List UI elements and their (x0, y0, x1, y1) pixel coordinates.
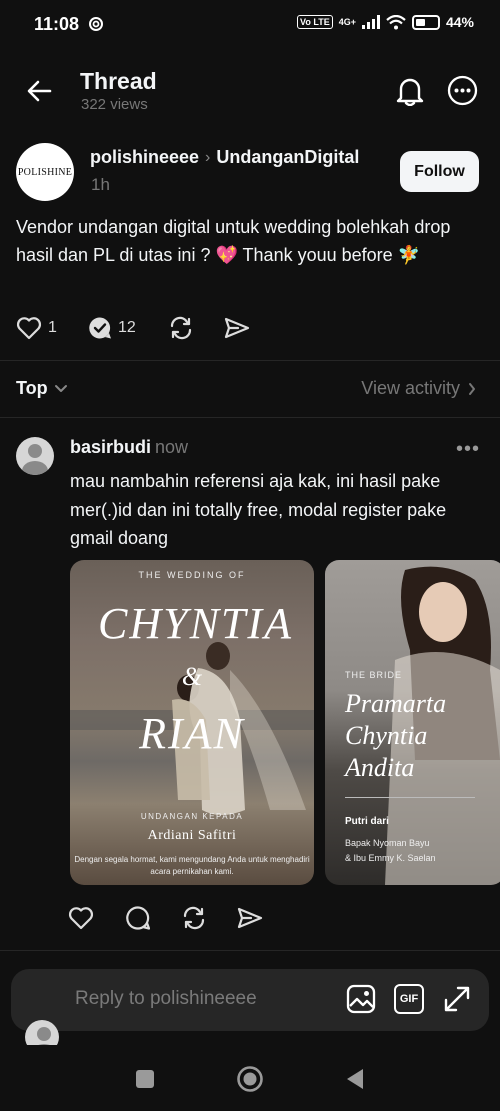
avatar-logo-text: POLISHINE (17, 166, 73, 178)
groom-bride-name-1: CHYNTIA (98, 599, 293, 648)
community-name[interactable]: UndanganDigital (216, 147, 359, 168)
back-icon[interactable] (345, 1068, 365, 1090)
reply-input[interactable]: Reply to polishineeee (75, 988, 257, 1010)
invitation-image-2[interactable]: THE BRIDE Pramarta Chyntia Andita Putri … (325, 560, 500, 885)
threads-notification-icon (88, 16, 104, 32)
status-indicators: Vo LTE 4G+ 44% (297, 14, 474, 30)
follow-button[interactable]: Follow (400, 151, 479, 192)
battery-percent: 44% (445, 14, 474, 30)
ampersand: & (181, 662, 203, 691)
parents-names: Bapak Nyoman Bayu & Ibu Emmy K. Saelan (345, 836, 495, 866)
back-arrow-icon[interactable] (26, 78, 52, 104)
status-time: 11:08 (34, 14, 80, 34)
reply-comment-icon[interactable] (126, 906, 150, 930)
invitation-image-1[interactable]: THE WEDDING OF CHYNTIA & RIAN UNDANGAN K… (70, 560, 314, 885)
sort-dropdown[interactable]: Top (16, 378, 68, 399)
chevron-right-icon: › (205, 148, 211, 166)
reply-text: mau nambahin referensi aja kak, ini hasi… (70, 471, 447, 548)
author-avatar[interactable]: POLISHINE (16, 143, 74, 201)
daughter-of-label: Putri dari (345, 816, 389, 827)
chevron-down-icon (54, 384, 68, 394)
expand-icon[interactable] (443, 985, 471, 1013)
signal-icon (361, 15, 380, 29)
invitation-heading: THE WEDDING OF (138, 570, 246, 580)
bride-name: Pramarta Chyntia Andita (345, 688, 500, 784)
author-name[interactable]: polishineeee (90, 147, 199, 168)
recent-apps-icon[interactable] (136, 1070, 154, 1088)
reply-count: 12 (118, 319, 136, 336)
view-count: 322 views (81, 96, 148, 113)
divider (0, 417, 500, 418)
post-text: Vendor undangan digital untuk wedding bo… (16, 217, 451, 265)
bride-name-line-1: Pramarta (345, 689, 447, 718)
invite-label: UNDANGAN KEPADA (140, 812, 244, 821)
reply-repost-icon[interactable] (181, 905, 207, 931)
invitation-message: Dengan segala hormat, kami mengundang An… (74, 855, 310, 876)
view-activity-link[interactable]: View activity (361, 378, 476, 399)
groom-bride-name-2: RIAN (139, 709, 245, 758)
reply-avatar[interactable] (16, 437, 54, 475)
divider (345, 797, 475, 798)
share-icon[interactable] (224, 316, 250, 340)
sort-label: Top (16, 378, 48, 398)
reply-time: now (155, 437, 189, 457)
network-type: 4G+ (338, 16, 356, 27)
reply-author-name[interactable]: basirbudi (70, 437, 151, 457)
bell-icon[interactable] (396, 76, 424, 106)
like-count: 1 (48, 319, 57, 336)
replied-check-icon (88, 316, 112, 340)
bride-name-line-2: Chyntia (345, 721, 428, 750)
more-options-icon[interactable] (447, 75, 478, 106)
chevron-right-icon (468, 382, 476, 396)
reply-action[interactable]: 12 (88, 316, 136, 340)
bride-name-line-3: Andita (345, 753, 415, 782)
reply-author-line: basirbudi now (70, 437, 188, 458)
reply-share-icon[interactable] (237, 906, 263, 930)
reply-like-icon[interactable] (68, 906, 94, 930)
post-time: 1h (91, 175, 110, 194)
bride-label: THE BRIDE (345, 670, 403, 680)
guest-name: Ardiani Safitri (147, 828, 237, 843)
gif-button[interactable]: GIF (394, 984, 424, 1014)
divider (0, 950, 500, 951)
like-action[interactable]: 1 (16, 316, 57, 340)
battery-icon (411, 14, 440, 30)
divider (0, 360, 500, 361)
page-title: Thread (80, 68, 157, 94)
home-icon[interactable] (236, 1065, 264, 1093)
reply-more-icon[interactable]: ••• (456, 438, 480, 461)
author-line: polishineeee › UndanganDigital (90, 147, 359, 168)
heart-icon (16, 316, 42, 340)
parents-line-2: & Ibu Emmy K. Saelan (345, 853, 436, 863)
wifi-icon (386, 14, 406, 30)
volte-icon: Vo LTE (297, 15, 333, 29)
image-icon[interactable] (346, 984, 376, 1014)
view-activity-label: View activity (361, 378, 460, 398)
parents-line-1: Bapak Nyoman Bayu (345, 838, 430, 848)
repost-icon[interactable] (168, 315, 194, 341)
